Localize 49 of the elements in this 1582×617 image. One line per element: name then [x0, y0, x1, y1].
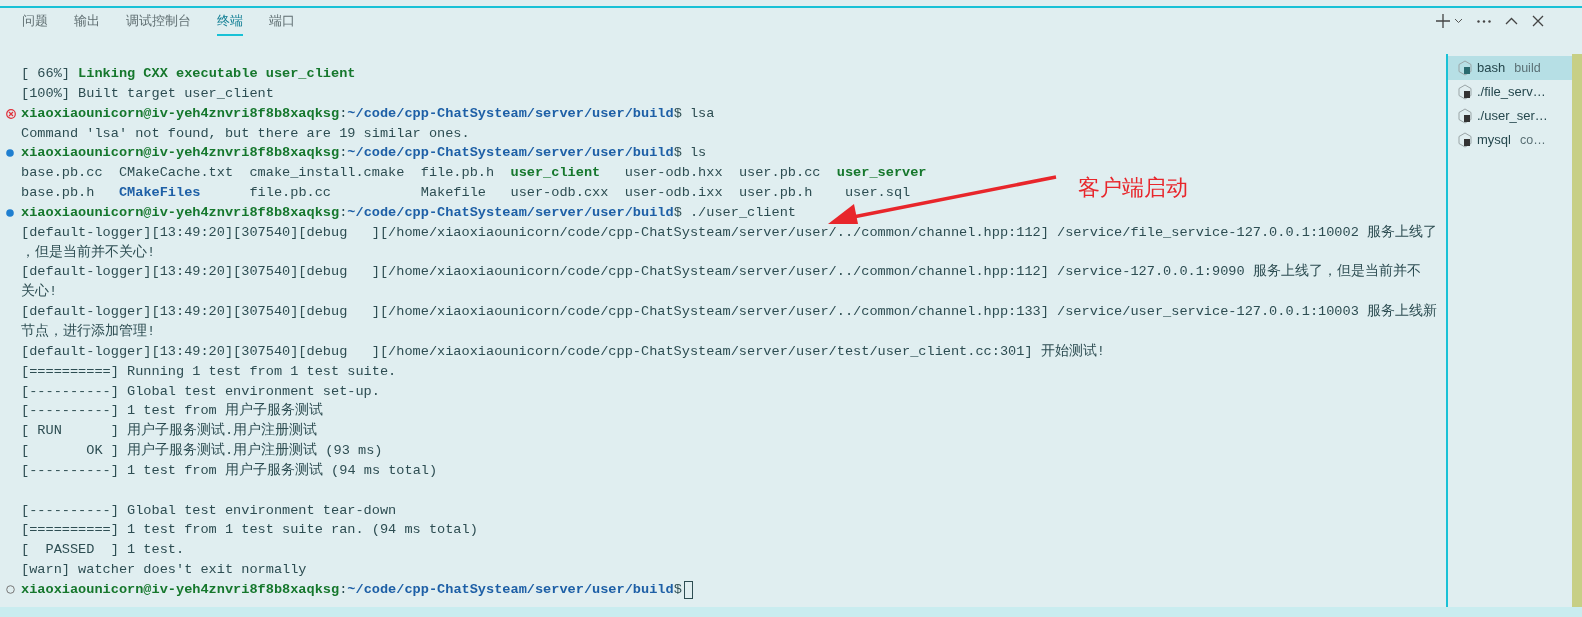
output-line: ，但是当前并不关心! — [21, 243, 156, 262]
annotation-text: 客户端启动 — [1078, 174, 1188, 202]
output-line: [default-logger][13:49:20][307540][debug ][/home/xiaoxiaounicorn/code/cpp-ChatSysteam/server/user/../common/channel.hpp:112] /service/file_service-127.0.0.1:10002 服务上线了 — [21, 223, 1437, 242]
output-line: [==========] 1 test from 1 test suite ran. (94 ms total) — [21, 521, 478, 540]
output-line: [----------] Global test environment set-up. — [21, 382, 380, 401]
output-line: [----------] 1 test from 用户子服务测试 — [21, 401, 323, 421]
terminal-icon — [1458, 60, 1472, 76]
output-line: base.pb.cc CMakeCache.txt cmake_install.cmake file.pb.h user_client user-odb.hxx user.pb.cc user_server — [21, 164, 927, 183]
output-line: [default-logger][13:49:20][307540][debug ][/home/xiaoxiaounicorn/code/cpp-ChatSysteam/server/user/../common/channel.hpp:133] /service/user_service-127.0.0.1:10003 服务上线新 — [21, 302, 1437, 322]
output-line: [default-logger][13:49:20][307540][debug ][/home/xiaoxiaounicorn/code/cpp-ChatSysteam/server/user/../common/channel.hpp:112] /service-127.0.0.1:9090 服务上线了，但是当前并不 — [21, 262, 1421, 282]
output-line: [----------] 1 test from 用户子服务测试 (94 ms total) — [21, 461, 438, 480]
output-line: [warn] watcher does't exit normally — [21, 561, 307, 580]
output-line: [ OK ] 用户子服务测试.用户注册测试 (93 ms) — [21, 441, 383, 461]
terminal-icon — [1458, 132, 1472, 148]
panel-tab[interactable]: 问题 — [22, 6, 48, 36]
status-dot-icon[interactable] — [6, 208, 14, 217]
prompt-line: xiaoxiaounicorn@iv-yeh4znvri8f8b8xaqksg:~/code/cpp-ChatSysteam/server/user/build$ — [21, 580, 682, 599]
chevron-up-icon[interactable] — [1505, 17, 1518, 25]
output-line: [ 66%] Linking CXX executable user_client — [21, 65, 356, 83]
output-line: [ PASSED ] 1 test. — [21, 541, 185, 560]
output-line: [==========] Running 1 test from 1 test suite. — [21, 362, 397, 381]
close-icon[interactable] — [1532, 15, 1544, 27]
error-icon[interactable] — [6, 108, 16, 119]
panel-tab[interactable]: 调试控制台 — [126, 6, 191, 36]
terminal-list-item[interactable]: mysql co… — [1448, 128, 1572, 152]
terminal-icon — [1458, 108, 1472, 124]
more-icon[interactable] — [1477, 19, 1491, 23]
output-line: 关心! — [21, 282, 58, 302]
terminal-list-item[interactable]: bash build — [1448, 56, 1572, 80]
chevron-down-icon[interactable] — [1454, 18, 1463, 24]
prompt-line: xiaoxiaounicorn@iv-yeh4znvri8f8b8xaqksg:~/code/cpp-ChatSysteam/server/user/build$ ./user_client — [21, 203, 796, 222]
panel-tab[interactable]: 端口 — [269, 6, 295, 36]
output-line: [ RUN ] 用户子服务测试.用户注册测试 — [21, 421, 318, 441]
status-dot-icon[interactable] — [6, 149, 14, 158]
output-line: [----------] Global test environment tear-down — [21, 501, 397, 520]
terminal-list-item[interactable]: ./user_ser… — [1448, 104, 1572, 128]
panel-tab[interactable]: 输出 — [74, 6, 100, 36]
panel-tab[interactable]: 终端 — [217, 6, 243, 36]
output-line: 节点，进行添加管理! — [21, 322, 156, 341]
status-dot-icon[interactable] — [6, 585, 15, 595]
terminal-list-item[interactable]: ./file_serv… — [1448, 80, 1572, 104]
output-line: [100%] Built target user_client — [21, 84, 274, 103]
terminal-icon — [1458, 84, 1472, 100]
output-line: Command 'lsa' not found, but there are 19 similar ones. — [21, 124, 470, 143]
prompt-line: xiaoxiaounicorn@iv-yeh4znvri8f8b8xaqksg:~/code/cpp-ChatSysteam/server/user/build$ ls — [21, 144, 707, 163]
output-line: [default-logger][13:49:20][307540][debug ][/home/xiaoxiaounicorn/code/cpp-ChatSysteam/server/user/test/user_client.cc:301] 开始测试! — [21, 342, 1105, 361]
output-line: base.pb.h CMakeFiles file.pb.cc Makefile user-odb.cxx user-odb.ixx user.pb.h user.sql — [21, 184, 911, 203]
plus-icon[interactable] — [1436, 14, 1450, 28]
prompt-line: xiaoxiaounicorn@iv-yeh4znvri8f8b8xaqksg:~/code/cpp-ChatSysteam/server/user/build$ lsa — [21, 104, 715, 123]
